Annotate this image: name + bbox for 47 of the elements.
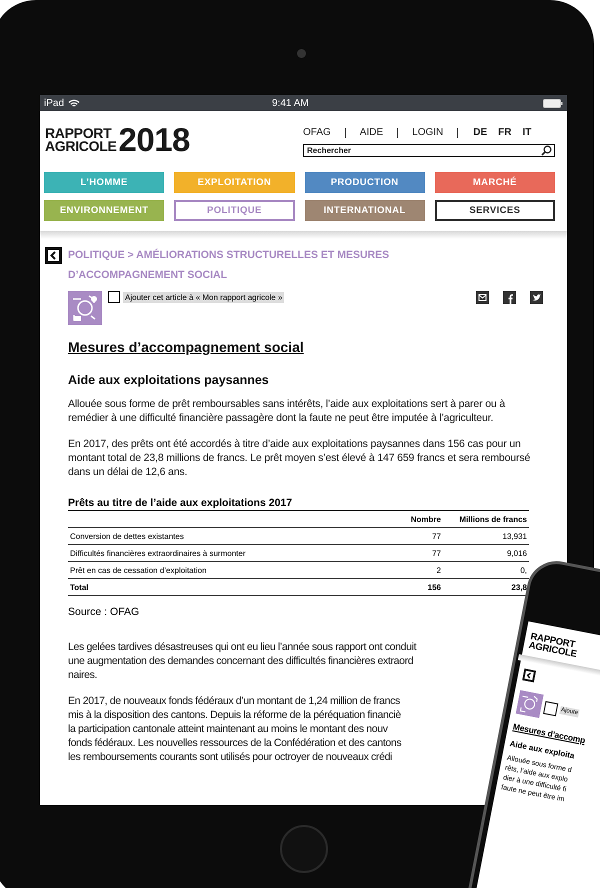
twitter-icon[interactable] [530,291,543,304]
language-link[interactable]: DE [473,127,488,138]
back-icon [522,668,536,682]
table-cell-text: 13,931 [502,532,527,541]
body-paragraph: Les gelées tardives désastreuses qui ont eu lieu l’année sous rapport ont conduit une augmentation des demandes concernant des difficultés financières extraord naires. [68,640,416,682]
table-cell-text: 9,016 [506,549,527,558]
body-paragraph: En 2017, des prêts ont été accordés à titre d’aide aux exploitations paysannes dans 156 cas pour un montant total de 23,8 millions de francs. Le prêt moyen s’est élevé à 147 659 francs et sera remboursé dans un délai de 12,6 ans. [68,437,532,479]
table-cell-text: 156 [426,583,441,592]
table-cell-text: 2 [436,566,441,575]
nav-button[interactable]: PRODUCTION [304,172,425,193]
mail-icon[interactable] [476,291,489,304]
language-link[interactable]: IT [522,127,532,138]
language-link[interactable]: FR [498,127,512,138]
wifi-icon [68,98,80,108]
body-paragraph: En 2017, de nouveaux fonds fédéraux d’un montant de 1,24 million de francs mis à la disposition des cantons. Depuis la réforme de la péréquation financiè la participation cantonale atteint maintenant au moins le montant des nouv fonds fédéraux. Les nouvelles ressources de la Confédération et des cantons les remboursements courants sont utilisés pour octroyer de nouveaux crédi [68,694,402,764]
camera-icon [297,49,306,58]
battery-icon [543,98,563,108]
table-cell-text: 77 [431,549,441,558]
article-title: Mesures d’accompagnement social [68,339,305,355]
header-link[interactable]: AIDE [360,127,384,138]
header-link[interactable]: OFAG [303,127,331,138]
source-note: Source : OFAG [68,606,140,618]
back-icon[interactable] [45,247,62,264]
table-cell-text: 23,8 [510,583,527,592]
table-title: Prêts au titre de l’aide aux exploitations 2017 [68,497,529,511]
carrier-label: iPad [44,98,64,108]
add-article-checkbox[interactable]: Ajouter cet article à « Mon rapport agricole » [108,291,284,303]
table-cell-text: Conversion de dettes existantes [70,532,185,541]
search-field[interactable]: Rechercher [303,144,555,157]
category-icon [68,291,102,325]
column-header: Millions de francs [458,515,527,524]
table-cell-text: 0, [519,566,527,575]
nav-button[interactable]: SERVICES [434,200,555,221]
add-article-label: Ajouter cet article à « Mon rapport agricole » [123,292,284,302]
table-cell-text: Prêt en cas de cessation d’exploitation [70,566,208,575]
section-heading: Aide aux exploitations paysannes [68,373,270,387]
table-cell-text: 77 [431,532,441,541]
category-icon [516,690,544,718]
status-time: 9:41 AM [272,98,309,108]
search-icon [541,145,552,156]
column-header: Nombre [410,515,441,524]
body-paragraph: Allouée sous forme de prêt remboursables sans intérêts, l’aide aux exploitations sert à parer ou à remédier à une difficulté financière passagère dont la faute ne peut être imputée à l’agriculteur. [68,397,506,425]
site-logo: RAPPORT AGRICOLE [528,632,579,662]
table-cell-text: Total [70,583,90,592]
facebook-icon[interactable] [503,291,516,304]
header-link[interactable]: LOGIN [412,127,444,138]
table-cell-text: Difficultés financières extraordinaires à surmonter [70,549,246,558]
